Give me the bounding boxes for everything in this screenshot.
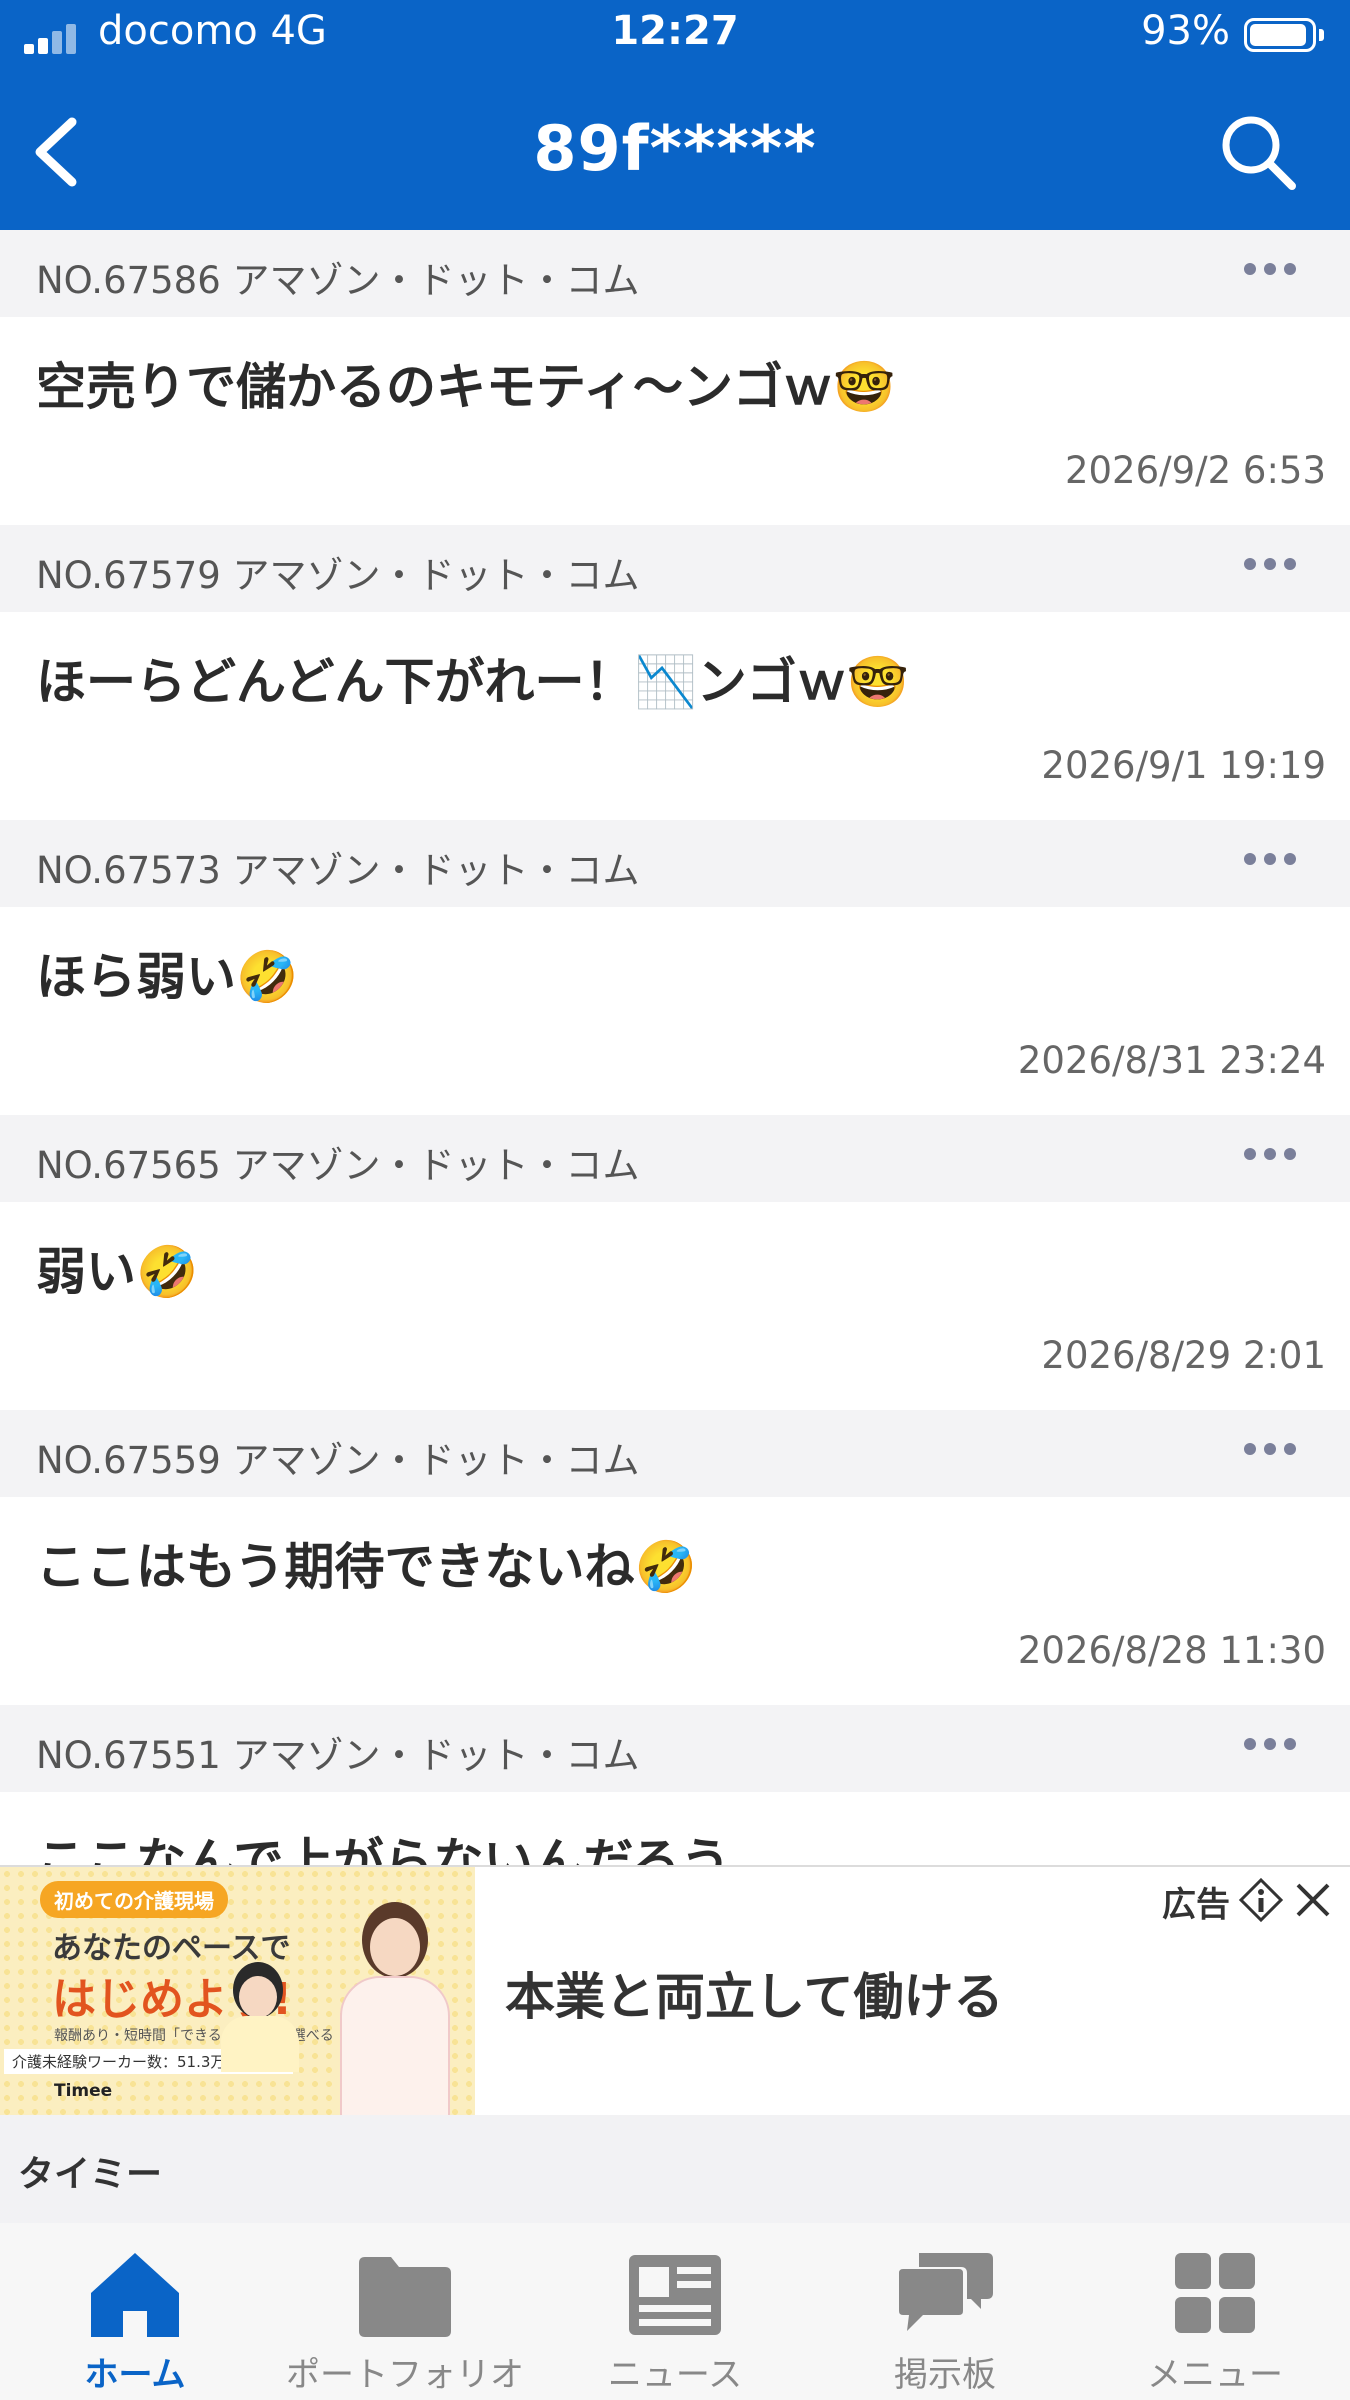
ad-headline: 本業と両立して働ける (505, 1968, 1004, 2026)
post-header: NO.67565 アマゾン・ドット・コム (0, 1115, 1350, 1202)
folder-icon (359, 2257, 451, 2337)
ad-person-illustration (330, 1902, 460, 2117)
battery-percent: 93% (1141, 8, 1230, 54)
post-date: 2026/8/29 2:01 (1041, 1334, 1326, 1377)
post-body[interactable]: ここはもう期待できないね🤣 2026/8/28 11:30 (0, 1497, 1350, 1705)
tab-label: ニュース (607, 2355, 743, 2395)
more-options-icon[interactable] (1230, 1424, 1310, 1474)
nav-bar: 89f***** (0, 72, 1350, 230)
post-item: NO.67559 アマゾン・ドット・コム ここはもう期待できないね🤣 2026/… (0, 1410, 1350, 1705)
ad-info-button[interactable] (1238, 1877, 1284, 1923)
tab-home[interactable]: ホーム (0, 2223, 270, 2400)
post-text: ここなんで上がらないんだろう (36, 1833, 731, 1865)
post-date: 2026/8/31 23:24 (1017, 1039, 1326, 1082)
ad-label: 広告 (1162, 1885, 1230, 1925)
ad-sponsor-bar[interactable]: タイミー (0, 2115, 1350, 2225)
tab-news[interactable]: ニュース (540, 2223, 810, 2400)
post-date: 2026/8/28 11:30 (1017, 1629, 1326, 1672)
home-icon (91, 2253, 179, 2337)
ad-image-brand: Timee (54, 2081, 113, 2101)
post-company[interactable]: アマゾン・ドット・コム (233, 1734, 640, 1777)
post-text: 弱い🤣 (36, 1243, 199, 1301)
more-options-icon[interactable] (1230, 244, 1310, 294)
ad-image[interactable]: 初めての介護現場 あなたのペースで はじめよう! 報酬あり・短時間「できる」仕事… (0, 1867, 475, 2117)
search-button[interactable] (1216, 110, 1300, 194)
post-number: NO.67559 (36, 1439, 221, 1482)
page-title: 89f***** (533, 112, 817, 185)
more-options-icon[interactable] (1230, 1129, 1310, 1179)
status-bar: docomo 4G 12:27 93% (0, 0, 1350, 72)
more-options-icon[interactable] (1230, 834, 1310, 884)
post-item: NO.67565 アマゾン・ドット・コム 弱い🤣 2026/8/29 2:01 (0, 1115, 1350, 1410)
post-list: NO.67586 アマゾン・ドット・コム 空売りで儲かるのキモティ〜ンゴｗ🤓 2… (0, 230, 1350, 1865)
post-header: NO.67586 アマゾン・ドット・コム (0, 230, 1350, 317)
post-company[interactable]: アマゾン・ドット・コム (233, 259, 640, 302)
ad-person-illustration (215, 1962, 305, 2072)
more-options-icon[interactable] (1230, 539, 1310, 589)
post-body[interactable]: ほーらどんどん下がれー！📉ンゴｗ🤓 2026/9/1 19:19 (0, 612, 1350, 820)
news-icon (629, 2255, 721, 2335)
post-item: NO.67579 アマゾン・ドット・コム ほーらどんどん下がれー！📉ンゴｗ🤓 2… (0, 525, 1350, 820)
menu-grid-icon (1175, 2253, 1255, 2333)
tab-label: ホーム (84, 2355, 186, 2395)
post-company[interactable]: アマゾン・ドット・コム (233, 1439, 640, 1482)
post-text: ほーらどんどん下がれー！📉ンゴｗ🤓 (36, 653, 910, 711)
post-number: NO.67565 (36, 1144, 221, 1187)
tab-menu[interactable]: メニュー (1080, 2223, 1350, 2400)
ad-image-tag: 初めての介護現場 (40, 1881, 228, 1918)
post-company[interactable]: アマゾン・ドット・コム (233, 849, 640, 892)
tab-bar: ホーム ポートフォリオ ニュース 掲示板 メニュー (0, 2223, 1350, 2400)
battery-icon (1244, 18, 1324, 52)
tab-board[interactable]: 掲示板 (810, 2223, 1080, 2400)
ad-image-line1: あなたのペースで (52, 1931, 291, 1966)
post-number: NO.67551 (36, 1734, 221, 1777)
post-item: NO.67586 アマゾン・ドット・コム 空売りで儲かるのキモティ〜ンゴｗ🤓 2… (0, 230, 1350, 525)
post-item: NO.67551 アマゾン・ドット・コム ここなんで上がらないんだろう (0, 1705, 1350, 1865)
post-body[interactable]: ほら弱い🤣 2026/8/31 23:24 (0, 907, 1350, 1115)
post-body[interactable]: 空売りで儲かるのキモティ〜ンゴｗ🤓 2026/9/2 6:53 (0, 317, 1350, 525)
post-number: NO.67579 (36, 554, 221, 597)
ad-choices-icon (1238, 1877, 1284, 1923)
chat-icon (899, 2253, 993, 2331)
tab-label: ポートフォリオ (286, 2355, 524, 2395)
post-text: ここはもう期待できないね🤣 (36, 1538, 697, 1596)
tab-portfolio[interactable]: ポートフォリオ (270, 2223, 540, 2400)
ad-banner[interactable]: 初めての介護現場 あなたのペースで はじめよう! 報酬あり・短時間「できる」仕事… (0, 1865, 1350, 2117)
post-item: NO.67573 アマゾン・ドット・コム ほら弱い🤣 2026/8/31 23:… (0, 820, 1350, 1115)
close-icon (1296, 1883, 1330, 1917)
post-body[interactable]: 弱い🤣 2026/8/29 2:01 (0, 1202, 1350, 1410)
post-number: NO.67573 (36, 849, 221, 892)
ad-sponsor-name: タイミー (18, 2154, 163, 2195)
more-options-icon[interactable] (1230, 1719, 1310, 1769)
ad-close-button[interactable] (1290, 1877, 1336, 1923)
tab-label: メニュー (1147, 2355, 1283, 2395)
post-body[interactable]: ここなんで上がらないんだろう (0, 1792, 1350, 1865)
post-date: 2026/9/1 19:19 (1041, 744, 1326, 787)
tab-label: 掲示板 (894, 2355, 996, 2395)
search-icon (1222, 116, 1296, 190)
post-header: NO.67579 アマゾン・ドット・コム (0, 525, 1350, 612)
post-company[interactable]: アマゾン・ドット・コム (233, 1144, 640, 1187)
post-text: 空売りで儲かるのキモティ〜ンゴｗ🤓 (36, 358, 896, 416)
post-header: NO.67551 アマゾン・ドット・コム (0, 1705, 1350, 1792)
post-text: ほら弱い🤣 (36, 948, 299, 1006)
post-number: NO.67586 (36, 259, 221, 302)
post-date: 2026/9/2 6:53 (1064, 449, 1326, 492)
post-header: NO.67559 アマゾン・ドット・コム (0, 1410, 1350, 1497)
post-header: NO.67573 アマゾン・ドット・コム (0, 820, 1350, 907)
post-company[interactable]: アマゾン・ドット・コム (233, 554, 640, 597)
